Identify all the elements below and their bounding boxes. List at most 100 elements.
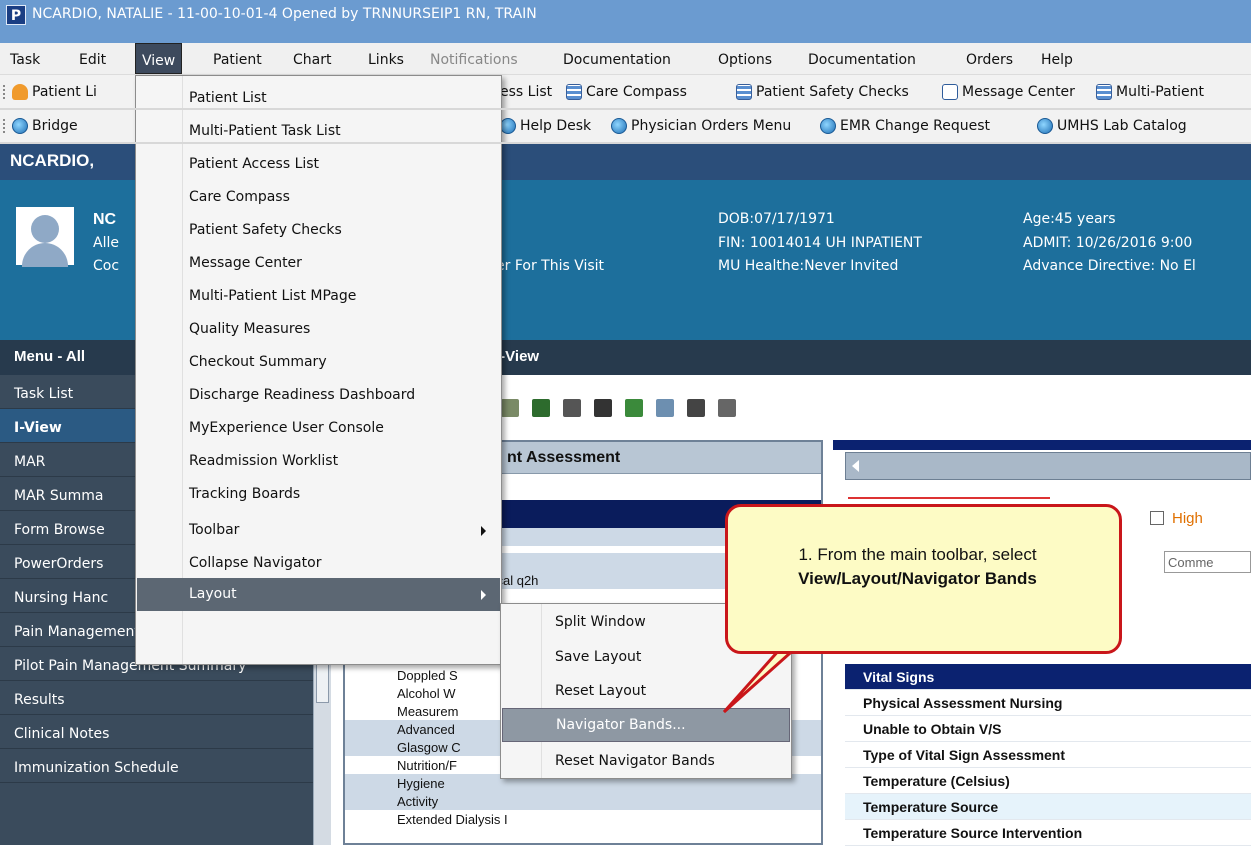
view-menu-tracking-boards[interactable]: Tracking Boards [137,478,500,511]
view-menu-quality-measures[interactable]: Quality Measures [137,313,500,346]
admit-text: ADMIT: 10/26/2016 9:00 [1023,235,1193,251]
toolbar-physician-orders[interactable]: Physician Orders Menu [611,118,791,134]
critical-swatch [848,497,1050,499]
flowsheet-scrollbar[interactable] [845,452,1251,480]
menu-notifications: Notifications [430,52,518,68]
view-menu-collapse-navigator[interactable]: Collapse Navigator [137,547,500,580]
globe-icon [12,118,28,134]
print-icon[interactable] [687,399,705,417]
scroll-left-icon[interactable] [852,460,859,472]
menu-chart[interactable]: Chart [293,52,331,68]
toolbar-access-list[interactable]: ess List [500,84,552,100]
high-legend: High [1172,510,1203,527]
nav-band-item[interactable]: Activity [345,792,821,810]
patient-list-icon [12,84,28,100]
users-icon[interactable] [594,399,612,417]
bar-chart-icon[interactable] [625,399,643,417]
clear-icon[interactable] [563,399,581,417]
grid-icon [1096,84,1112,100]
menu-view[interactable]: View [135,43,183,74]
nav-band-item[interactable]: Extended Dialysis I [345,810,821,828]
view-menu-patient-safety[interactable]: Patient Safety Checks [137,214,500,247]
menu-documentation-2[interactable]: Documentation [808,52,916,68]
globe-icon [611,118,627,134]
row-vital-signs[interactable]: Vital Signs [845,664,1251,690]
chevron-right-icon [481,590,486,600]
toolbar-help-desk[interactable]: Help Desk [500,118,591,134]
callout-line-2: View/Layout/Navigator Bands [798,569,1037,588]
view-menu-dropdown: Patient List Multi-Patient Task List Pat… [135,75,502,665]
row-vital-sign-type[interactable]: Type of Vital Sign Assessment [845,742,1251,768]
menu-help[interactable]: Help [1041,52,1073,68]
toolbar-grip[interactable] [3,85,6,99]
menu-patient[interactable]: Patient [213,52,262,68]
row-temperature-intervention[interactable]: Temperature Source Intervention [845,820,1251,846]
view-menu-multi-patient-mpage[interactable]: Multi-Patient List MPage [137,280,500,313]
title-bar: P NCARDIO, NATALIE - 11-00-10-01-4 Opene… [0,0,1251,43]
view-menu-discharge-readiness[interactable]: Discharge Readiness Dashboard [137,379,500,412]
row-temperature[interactable]: Temperature (Celsius) [845,768,1251,794]
view-menu-checkout-summary[interactable]: Checkout Summary [137,346,500,379]
layout-reset-navigator-bands[interactable]: Reset Navigator Bands [502,745,790,779]
check-icon[interactable] [532,399,550,417]
message-icon [942,84,958,100]
window-title: NCARDIO, NATALIE - 11-00-10-01-4 Opened … [32,6,537,22]
toolbar-patient-safety[interactable]: Patient Safety Checks [736,84,909,100]
menu-edit[interactable]: Edit [79,52,106,68]
view-menu-patient-list[interactable]: Patient List [137,82,500,115]
toolbar-grip[interactable] [3,119,6,133]
callout-line-1: 1. From the main toolbar, select [798,545,1037,564]
globe-icon [500,118,516,134]
patient-name-short: NC [93,211,117,228]
instruction-callout: 1. From the main toolbar, select View/La… [725,504,1122,654]
row-physical-assessment[interactable]: Physical Assessment Nursing [845,690,1251,716]
sidebar-item-immunization[interactable]: Immunization Schedule [0,749,313,783]
dob-text: DOB:07/17/1971 [718,211,835,227]
sidebar-item-results[interactable]: Results [0,681,313,715]
globe-icon [1037,118,1053,134]
menu-options[interactable]: Options [718,52,772,68]
flowsheet-top-band [833,440,1251,450]
chevron-right-icon [481,526,486,536]
menu-bar: Task Edit View Patient Chart Links Notif… [0,43,1251,75]
view-menu-readmission[interactable]: Readmission Worklist [137,445,500,478]
close-icon[interactable] [718,399,736,417]
toolbar-emr-change[interactable]: EMR Change Request [820,118,990,134]
toolbar-message-center[interactable]: Message Center [942,84,1075,100]
row-unable-obtain[interactable]: Unable to Obtain V/S [845,716,1251,742]
toolbar-care-compass[interactable]: Care Compass [566,84,687,100]
visit-text: er For This Visit [496,258,605,274]
iview-title: I-View [496,348,540,365]
menu-all-label[interactable]: Menu - All [14,348,85,365]
comments-header: Comme [1164,551,1251,573]
menu-links[interactable]: Links [368,52,404,68]
row-temperature-source[interactable]: Temperature Source [845,794,1251,820]
view-menu-message-center[interactable]: Message Center [137,247,500,280]
sidebar-item-clinical-notes[interactable]: Clinical Notes [0,715,313,749]
toolbar-lab-catalog[interactable]: UMHS Lab Catalog [1037,118,1187,134]
chart-icon[interactable] [501,399,519,417]
trend-icon[interactable] [656,399,674,417]
grid-icon [566,84,582,100]
allergies-text: Alle [93,235,119,251]
age-text: Age:45 years [1023,211,1116,227]
view-menu-myexperience[interactable]: MyExperience User Console [137,412,500,445]
view-menu-toolbar[interactable]: Toolbar [137,514,500,547]
patient-name: NCARDIO, [10,151,95,170]
menu-documentation[interactable]: Documentation [563,52,671,68]
avatar [16,207,74,267]
advance-directive-text: Advance Directive: No El [1023,258,1196,274]
grid-icon [736,84,752,100]
toolbar-patient-list[interactable]: Patient Li [12,84,97,100]
app-logo: P [6,5,26,25]
toolbar-multi-patient[interactable]: Multi-Patient [1096,84,1204,100]
menu-orders[interactable]: Orders [966,52,1013,68]
toolbar-bridge[interactable]: Bridge [12,118,78,134]
high-checkbox[interactable] [1150,511,1164,525]
fin-text: FIN: 10014014 UH INPATIENT [718,235,922,251]
view-menu-care-compass[interactable]: Care Compass [137,181,500,214]
view-menu-patient-access[interactable]: Patient Access List [137,148,500,181]
mu-healthe-text: MU Healthe:Never Invited [718,258,899,274]
view-menu-layout[interactable]: Layout [137,578,500,611]
menu-task[interactable]: Task [10,52,40,68]
